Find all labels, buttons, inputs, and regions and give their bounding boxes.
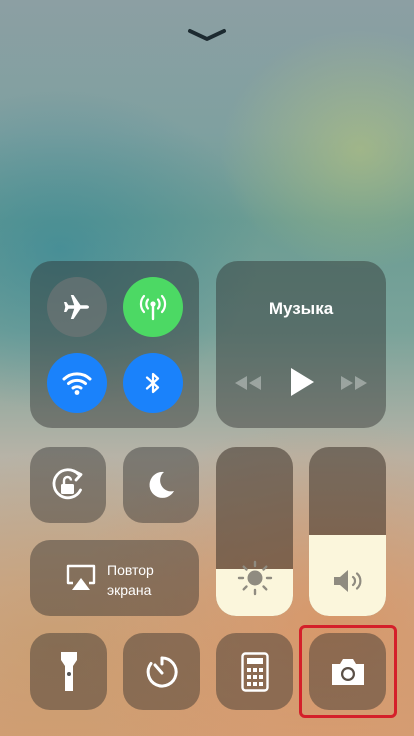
- screen-mirroring-label-line1: Повтор: [107, 562, 154, 578]
- volume-slider[interactable]: [309, 447, 386, 616]
- camera-highlight-box: [299, 625, 397, 718]
- bluetooth-toggle[interactable]: [123, 353, 183, 413]
- do-not-disturb-button[interactable]: [123, 447, 199, 523]
- rotation-lock-icon: [52, 468, 83, 500]
- wifi-toggle[interactable]: [47, 353, 107, 413]
- calculator-icon: [240, 651, 269, 692]
- airplane-mode-toggle[interactable]: [47, 277, 107, 337]
- cellular-data-toggle[interactable]: [123, 277, 183, 337]
- cellular-antenna-icon: [139, 294, 167, 321]
- moon-icon: [149, 471, 174, 498]
- screen-mirroring-label-line2: экрана: [107, 582, 152, 598]
- music-title: Музыка: [268, 299, 334, 318]
- flashlight-icon: [60, 651, 77, 691]
- bluetooth-icon: [145, 372, 160, 394]
- brightness-slider[interactable]: [216, 447, 293, 616]
- airplay-icon: [66, 564, 96, 590]
- chevron-down-icon[interactable]: [187, 26, 227, 44]
- timer-icon: [146, 655, 178, 687]
- calculator-button[interactable]: [216, 633, 293, 710]
- flashlight-button[interactable]: [30, 633, 107, 710]
- wifi-icon: [62, 372, 92, 395]
- play-icon[interactable]: [289, 367, 315, 397]
- timer-button[interactable]: [123, 633, 200, 710]
- airplane-icon: [64, 295, 89, 319]
- rewind-icon[interactable]: [233, 374, 263, 392]
- music-module[interactable]: Музыка: [216, 261, 386, 428]
- sun-icon: [237, 560, 272, 596]
- speaker-icon: [333, 570, 361, 592]
- connectivity-module: [30, 261, 199, 428]
- rotation-lock-button[interactable]: [30, 447, 106, 523]
- screen-mirroring-button[interactable]: Повтор экрана: [30, 540, 199, 616]
- fast-forward-icon[interactable]: [339, 374, 369, 392]
